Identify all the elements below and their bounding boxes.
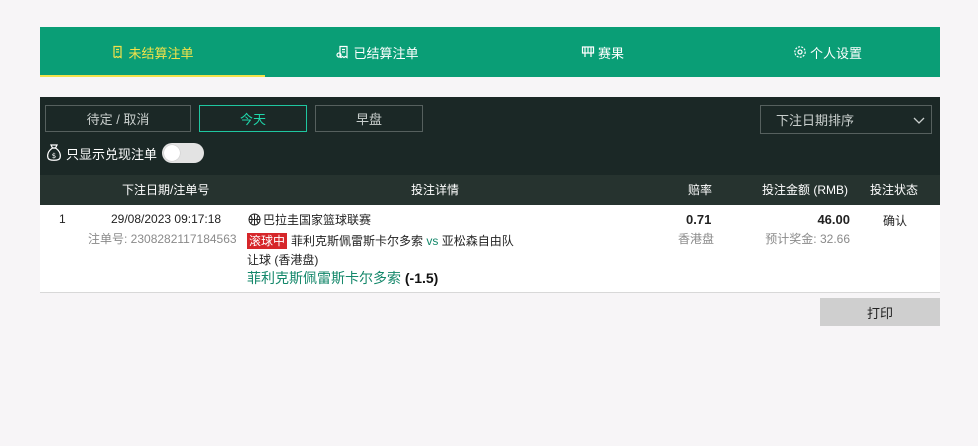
match-line: 滚球中 菲利克斯佩雷斯卡尔多索 vs 亚松森自由队	[247, 232, 514, 249]
sort-select[interactable]: 下注日期排序	[760, 105, 932, 134]
odds-value: 0.71	[686, 212, 712, 227]
handicap-value: (-1.5)	[404, 270, 439, 286]
league-line: 巴拉圭国家篮球联赛	[248, 211, 371, 228]
toggle-knob	[164, 145, 181, 161]
header-status: 投注状态	[870, 183, 919, 197]
cashout-label: 只显示兑现注单	[66, 146, 158, 162]
cashout-toggle[interactable]	[162, 143, 205, 163]
money-bag-icon: $	[45, 143, 63, 163]
filter-panel: 待定 / 取消 今天 早盘 下注日期排序 $ 只显示兑现注单	[40, 97, 940, 175]
tab-unsettled-bets[interactable]: 未结算注单	[40, 27, 265, 77]
selection-line: 菲利克斯佩雷斯卡尔多索 (-1.5)	[247, 268, 438, 288]
gear-icon	[793, 45, 807, 59]
tab-label: 已结算注单	[353, 45, 419, 61]
home-team: 菲利克斯佩雷斯卡尔多索	[291, 234, 424, 248]
tab-label: 个人设置	[809, 45, 862, 61]
today-button[interactable]: 今天	[199, 105, 307, 132]
bets-table-header: 下注日期/注单号 投注详情 赔率 投注金额 (RMB) 投注状态	[40, 175, 940, 205]
odds-type: 香港盘	[678, 232, 715, 246]
print-button[interactable]: 打印	[820, 298, 940, 326]
table-row: 1 29/08/2023 09:17:18 注单号: 2308282117184…	[40, 205, 940, 293]
tab-settled-bets[interactable]: 已结算注单	[265, 27, 490, 77]
header-date: 下注日期/注单号	[122, 183, 210, 197]
results-icon	[581, 45, 595, 59]
league-name: 巴拉圭国家篮球联赛	[263, 213, 372, 227]
stake-value: 46.00	[817, 212, 850, 227]
inplay-badge: 滚球中	[247, 233, 288, 249]
tab-label: 赛果	[597, 45, 624, 61]
tab-personal-settings[interactable]: 个人设置	[715, 27, 940, 77]
selection-team: 菲利克斯佩雷斯卡尔多索	[247, 270, 401, 286]
row-index: 1	[59, 212, 66, 226]
early-market-button[interactable]: 早盘	[315, 105, 423, 132]
chevron-down-icon	[912, 113, 926, 130]
vs-label: vs	[426, 234, 439, 248]
sort-select-value: 下注日期排序	[776, 113, 855, 128]
tab-results[interactable]: 赛果	[490, 27, 715, 77]
basketball-icon	[248, 213, 261, 226]
market-type: 让球 (香港盘)	[247, 253, 319, 267]
pending-cancelled-button[interactable]: 待定 / 取消	[45, 105, 191, 132]
bet-number: 注单号: 2308282117184563	[88, 232, 237, 246]
cashout-filter: $ 只显示兑现注单	[45, 142, 205, 164]
bet-datetime: 29/08/2023 09:17:18	[111, 212, 222, 226]
header-odds: 赔率	[688, 183, 713, 197]
bet-status: 确认	[883, 214, 908, 228]
header-stake: 投注金额 (RMB)	[762, 183, 848, 197]
tab-label: 未结算注单	[128, 45, 194, 61]
settled-receipt-icon	[336, 45, 350, 59]
main-nav: 未结算注单 已结算注单 赛果 个人设置	[40, 27, 940, 77]
estimated-win: 预计奖金: 32.66	[765, 232, 850, 246]
svg-text:$: $	[52, 152, 56, 160]
away-team: 亚松森自由队	[441, 234, 514, 248]
header-details: 投注详情	[411, 183, 460, 197]
receipt-icon	[111, 45, 125, 59]
